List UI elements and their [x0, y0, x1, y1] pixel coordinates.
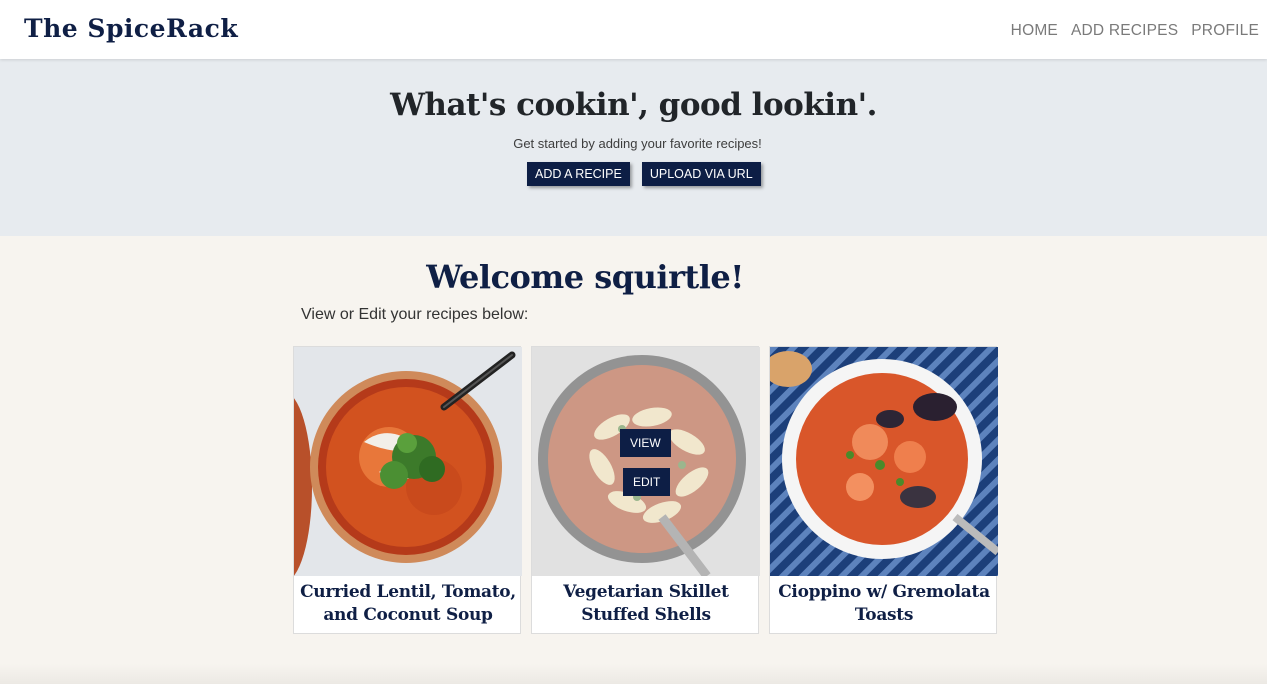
- recipe-title[interactable]: Curried Lentil, Tomato, and Coconut Soup: [294, 581, 522, 627]
- edit-recipe-button[interactable]: EDIT: [623, 468, 671, 496]
- page-bottom-edge: [0, 664, 1267, 684]
- hero-banner: What's cookin', good lookin'. Get starte…: [0, 59, 1267, 236]
- nav-profile-link[interactable]: PROFILE: [1191, 22, 1259, 40]
- recipe-card-hovered[interactable]: VIEW EDIT Vegetarian Skillet Stuffed She…: [531, 346, 760, 634]
- hover-overlay: [532, 347, 760, 576]
- navbar: The SpiceRack HOME ADD RECIPES PROFILE: [0, 0, 1267, 59]
- nav-home-link[interactable]: HOME: [1011, 22, 1058, 40]
- brand-logo[interactable]: The SpiceRack: [24, 14, 238, 43]
- upload-via-url-button[interactable]: UPLOAD VIA URL: [641, 162, 761, 186]
- view-recipe-button[interactable]: VIEW: [620, 429, 671, 457]
- recipe-image-cioppino[interactable]: [770, 347, 998, 576]
- recipe-title[interactable]: Cioppino w/ Gremolata Toasts: [770, 581, 998, 627]
- welcome-subtitle: View or Edit your recipes below:: [301, 306, 529, 323]
- hero-buttons: ADD A RECIPE UPLOAD VIA URL: [527, 162, 761, 186]
- hero-title: What's cookin', good lookin'.: [390, 87, 877, 123]
- nav-links: HOME ADD RECIPES PROFILE: [1011, 22, 1259, 40]
- recipe-image-lentil-soup[interactable]: [294, 347, 522, 576]
- recipe-card[interactable]: Curried Lentil, Tomato, and Coconut Soup: [293, 346, 522, 634]
- add-recipe-button[interactable]: ADD A RECIPE: [527, 162, 630, 186]
- welcome-title: Welcome squirtle!: [426, 258, 744, 296]
- nav-add-recipes-link[interactable]: ADD RECIPES: [1071, 22, 1178, 40]
- recipe-title[interactable]: Vegetarian Skillet Stuffed Shells: [532, 581, 760, 627]
- hero-subtitle: Get started by adding your favorite reci…: [513, 136, 762, 151]
- recipe-card[interactable]: Cioppino w/ Gremolata Toasts: [769, 346, 998, 634]
